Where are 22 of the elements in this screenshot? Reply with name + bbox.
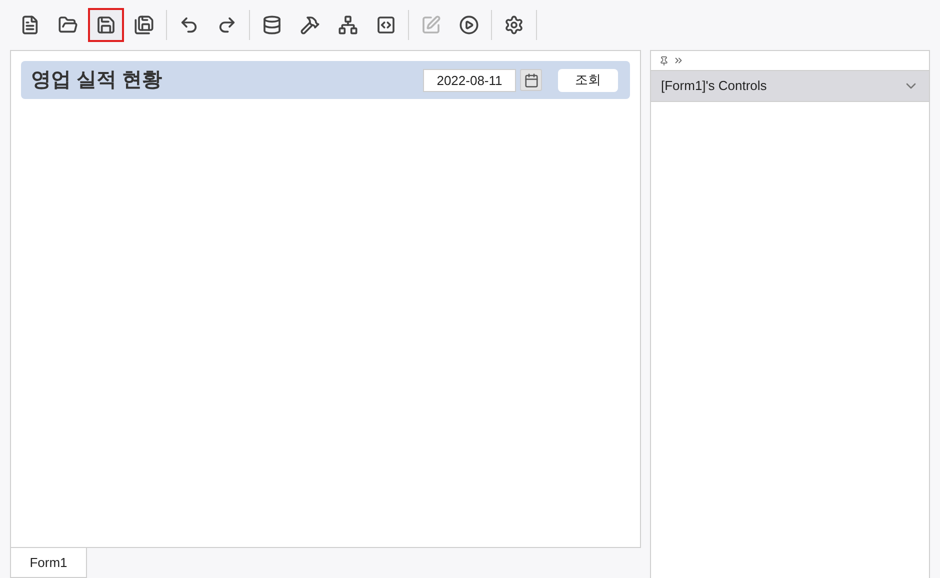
- code-window-icon: [376, 15, 396, 35]
- form-tab[interactable]: Form1: [10, 548, 87, 578]
- redo-icon: [217, 15, 237, 35]
- undo-icon: [179, 15, 199, 35]
- double-chevron-icon[interactable]: [673, 55, 684, 66]
- search-button[interactable]: 조회: [558, 68, 618, 92]
- pin-icon[interactable]: [659, 56, 669, 66]
- folder-icon: [58, 15, 78, 35]
- floppy-disks-icon: [134, 15, 154, 35]
- play-icon: [459, 15, 479, 35]
- controls-section-header[interactable]: [Form1]'s Controls: [651, 71, 929, 102]
- hierarchy-icon: [338, 15, 358, 35]
- database-icon: [262, 15, 282, 35]
- date-field[interactable]: 2022-08-11: [423, 68, 516, 92]
- toolbar-button[interactable]: [88, 8, 124, 42]
- form-title: 영업 실적 현황: [31, 68, 164, 93]
- calendar-icon: [524, 72, 538, 88]
- hammer-icon: [300, 15, 320, 35]
- edit-icon: [421, 15, 441, 35]
- calendar-button[interactable]: [520, 69, 542, 91]
- settings-icon: [504, 15, 524, 35]
- document-icon: [20, 15, 40, 35]
